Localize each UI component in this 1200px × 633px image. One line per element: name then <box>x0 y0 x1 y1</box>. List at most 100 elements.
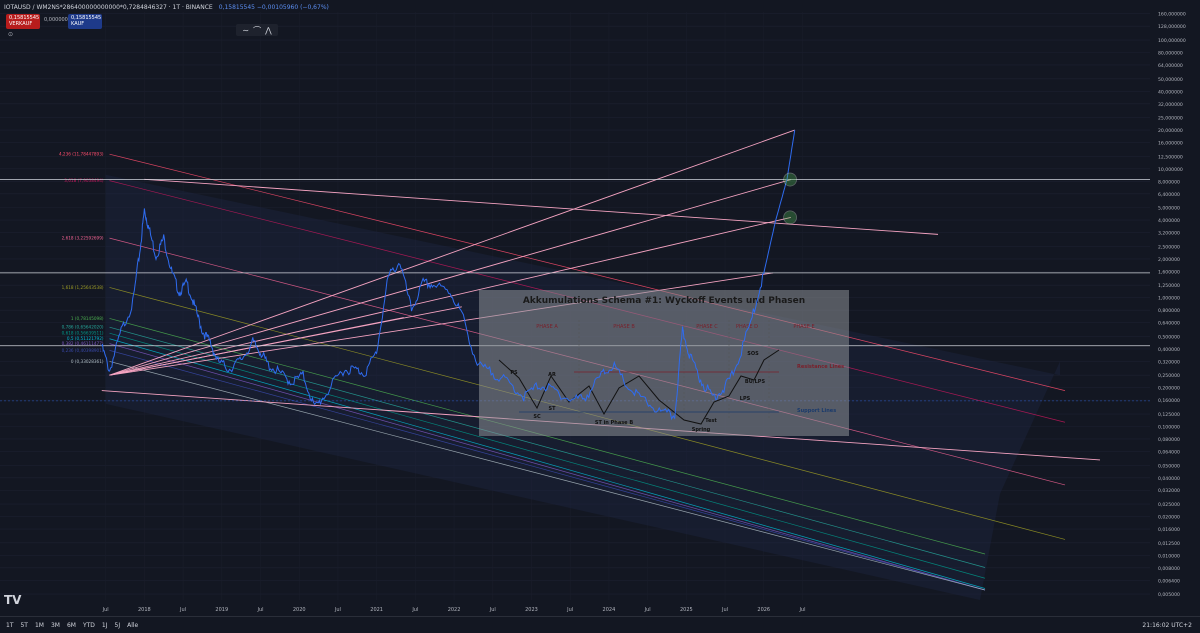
fib-label: 1,618 (1,25643538) <box>62 285 104 290</box>
fib-label: 0,236 (0,40398901) <box>62 348 104 353</box>
x-tick-label: 2019 <box>215 607 228 613</box>
fib-label: 0,382 (0,46111477) <box>62 341 104 346</box>
x-tick-label: 2025 <box>680 607 693 613</box>
tradingview-logo-icon: TV <box>4 593 22 607</box>
y-tick-label: 0,016000 <box>1158 527 1180 533</box>
timeframe-alle[interactable]: Alle <box>127 622 138 629</box>
x-tick-label: 2024 <box>603 607 616 613</box>
x-tick-label: 2023 <box>525 607 538 613</box>
event-label: Test <box>705 418 717 424</box>
fib-label: 2,618 (3,22592699) <box>62 236 104 241</box>
y-tick-label: 2,500000 <box>1158 244 1180 250</box>
symbol-title[interactable]: IOTAUSD / WM2NS*286400000000000*0,728484… <box>4 4 213 11</box>
y-tick-label: 10,000000 <box>1158 167 1183 173</box>
zigzag-icon[interactable]: ⋀ <box>265 26 272 35</box>
y-tick-label: 1,000000 <box>1158 296 1180 302</box>
x-tick-label: Jul <box>256 607 263 613</box>
timeframe-ytd[interactable]: YTD <box>83 622 95 629</box>
phase-label: PHASE A <box>536 324 558 330</box>
y-tick-label: 25,000000 <box>1158 116 1183 122</box>
y-tick-label: 0,200000 <box>1158 386 1180 392</box>
fib-label: 0,618 (0,56639511) <box>62 331 104 336</box>
y-tick-label: 0,100000 <box>1158 424 1180 430</box>
x-tick-label: Jul <box>334 607 341 613</box>
y-tick-label: 0,125000 <box>1158 412 1180 418</box>
phase-label: PHASE D <box>736 324 758 330</box>
event-label: SC <box>533 414 541 420</box>
y-tick-label: 20,000000 <box>1158 128 1183 134</box>
resistance-label: Resistance Lines <box>797 364 844 370</box>
eye-icon[interactable]: ⊙ <box>8 31 13 38</box>
buy-label: KAUF <box>71 21 85 27</box>
timeframe-3m[interactable]: 3M <box>51 622 60 629</box>
y-tick-label: 1,250000 <box>1158 283 1180 289</box>
y-tick-label: 0,006400 <box>1158 578 1180 584</box>
phase-label: PHASE C <box>696 324 718 330</box>
brush-icon[interactable]: ∼ <box>242 26 249 35</box>
y-tick-label: 0,320000 <box>1158 359 1180 365</box>
fib-label: 0,786 (0,65642020) <box>62 325 104 330</box>
y-tick-label: 128,000000 <box>1158 24 1186 30</box>
x-tick-label: Jul <box>102 607 109 613</box>
symbol-header: IOTAUSD / WM2NS*286400000000000*0,728484… <box>0 0 1154 14</box>
y-tick-label: 3,200000 <box>1158 231 1180 237</box>
timeframe-6m[interactable]: 6M <box>67 622 76 629</box>
x-tick-label: Jul <box>798 607 805 613</box>
y-tick-label: 0,008000 <box>1158 566 1180 572</box>
x-tick-label: 2018 <box>138 607 151 613</box>
y-tick-label: 80,000000 <box>1158 51 1183 57</box>
fib-label: 1 (0,78145098) <box>71 316 104 321</box>
support-label: Support Lines <box>797 408 836 414</box>
y-tick-label: 160,000000 <box>1158 12 1186 18</box>
y-tick-label: 0,400000 <box>1158 347 1180 353</box>
y-tick-label: 5,000000 <box>1158 206 1180 212</box>
x-tick-label: Jul <box>179 607 186 613</box>
chart-canvas[interactable]: 4,236 (11,78447893) 3,618 (7,9038494) 2,61… <box>0 0 1200 633</box>
x-tick-label: 2020 <box>293 607 306 613</box>
y-tick-label: 0,040000 <box>1158 476 1180 482</box>
y-tick-label: 100,000000 <box>1158 38 1186 44</box>
y-tick-label: 6,400000 <box>1158 192 1180 198</box>
timeframe-1j[interactable]: 1J <box>102 622 108 629</box>
timeframe-5t[interactable]: 5T <box>20 622 27 629</box>
x-axis: Jul 2018 Jul 2019 Jul 2020 Jul 2021 Jul 2022 Jul 20… <box>102 607 806 613</box>
y-tick-label: 0,020000 <box>1158 515 1180 521</box>
x-tick-label: Jul <box>489 607 496 613</box>
y-tick-label: 0,005000 <box>1158 592 1180 598</box>
y-tick-label: 0,050000 <box>1158 463 1180 469</box>
target-circles <box>783 172 797 225</box>
x-tick-label: 2021 <box>370 607 383 613</box>
phase-label: PHASE B <box>613 324 635 330</box>
event-label: SOS <box>747 351 759 357</box>
y-tick-label: 0,080000 <box>1158 437 1180 443</box>
y-tick-label: 16,000000 <box>1158 141 1183 147</box>
y-tick-label: 0,250000 <box>1158 373 1180 379</box>
event-label: ST in Phase B <box>595 420 633 426</box>
target-circle <box>783 210 797 225</box>
timeframe-1m[interactable]: 1M <box>35 622 44 629</box>
y-tick-label: 0,012500 <box>1158 541 1180 547</box>
y-tick-label: 0,500000 <box>1158 334 1180 340</box>
buy-button[interactable]: 0,15815545 KAUF <box>68 14 102 29</box>
y-tick-label: 0,032000 <box>1158 488 1180 494</box>
sell-button[interactable]: 0,15815545 VERKAUF <box>6 14 40 29</box>
timeframe-1t[interactable]: 1T <box>6 622 13 629</box>
bottom-toolbar: 1T 5T 1M 3M 6M YTD 1J 5J Alle 21:16:02 UTC+2 <box>0 616 1200 633</box>
event-label: BU/LPS <box>745 379 766 385</box>
y-tick-label: 50,000000 <box>1158 77 1183 83</box>
y-tick-label: 0,800000 <box>1158 308 1180 314</box>
fib-label: 0 (0,33028361) <box>71 359 104 364</box>
y-tick-label: 1,600000 <box>1158 269 1180 275</box>
drawing-toolbox[interactable]: ∼ ⌒ ⋀ <box>236 24 278 36</box>
curve-icon[interactable]: ⌒ <box>253 25 261 36</box>
event-label: Spring <box>692 427 711 433</box>
y-tick-label: 8,000000 <box>1158 179 1180 185</box>
x-tick-label: Jul <box>566 607 573 613</box>
x-tick-label: Jul <box>644 607 651 613</box>
y-tick-label: 0,160000 <box>1158 398 1180 404</box>
x-tick-label: Jul <box>411 607 418 613</box>
timeframe-5j[interactable]: 5J <box>115 622 121 629</box>
y-tick-label: 2,000000 <box>1158 257 1180 263</box>
sell-label: VERKAUF <box>9 21 33 27</box>
event-label: LPS <box>740 396 751 402</box>
